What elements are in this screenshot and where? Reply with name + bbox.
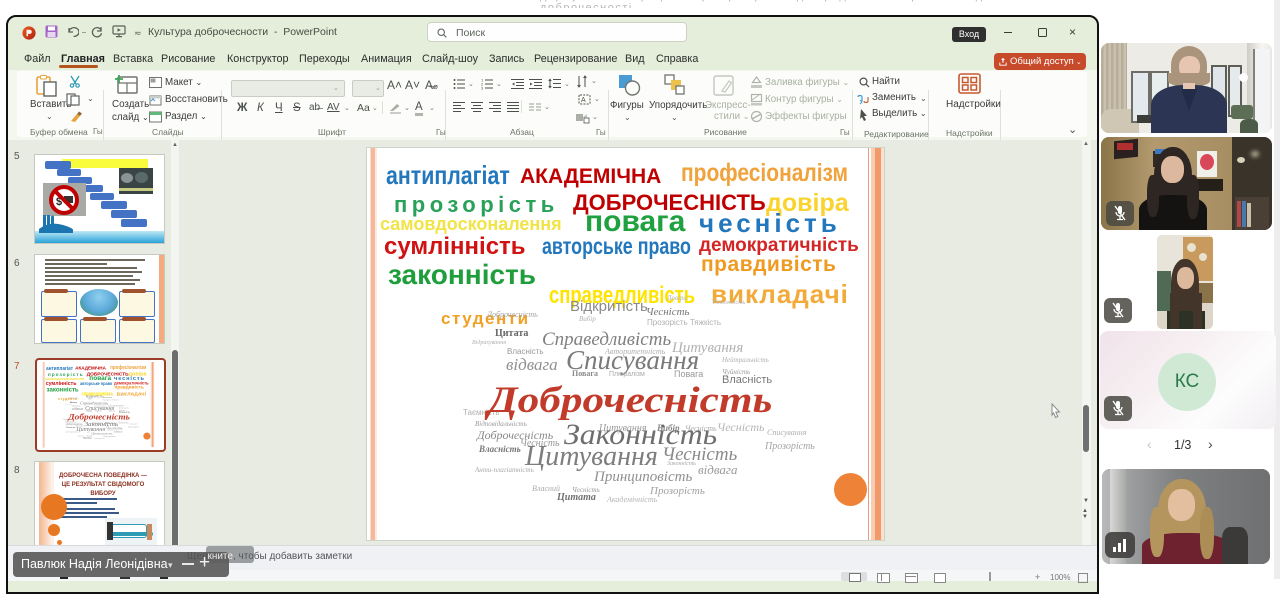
svg-text:A: A [581,97,586,104]
svg-text:3: 3 [481,86,484,91]
